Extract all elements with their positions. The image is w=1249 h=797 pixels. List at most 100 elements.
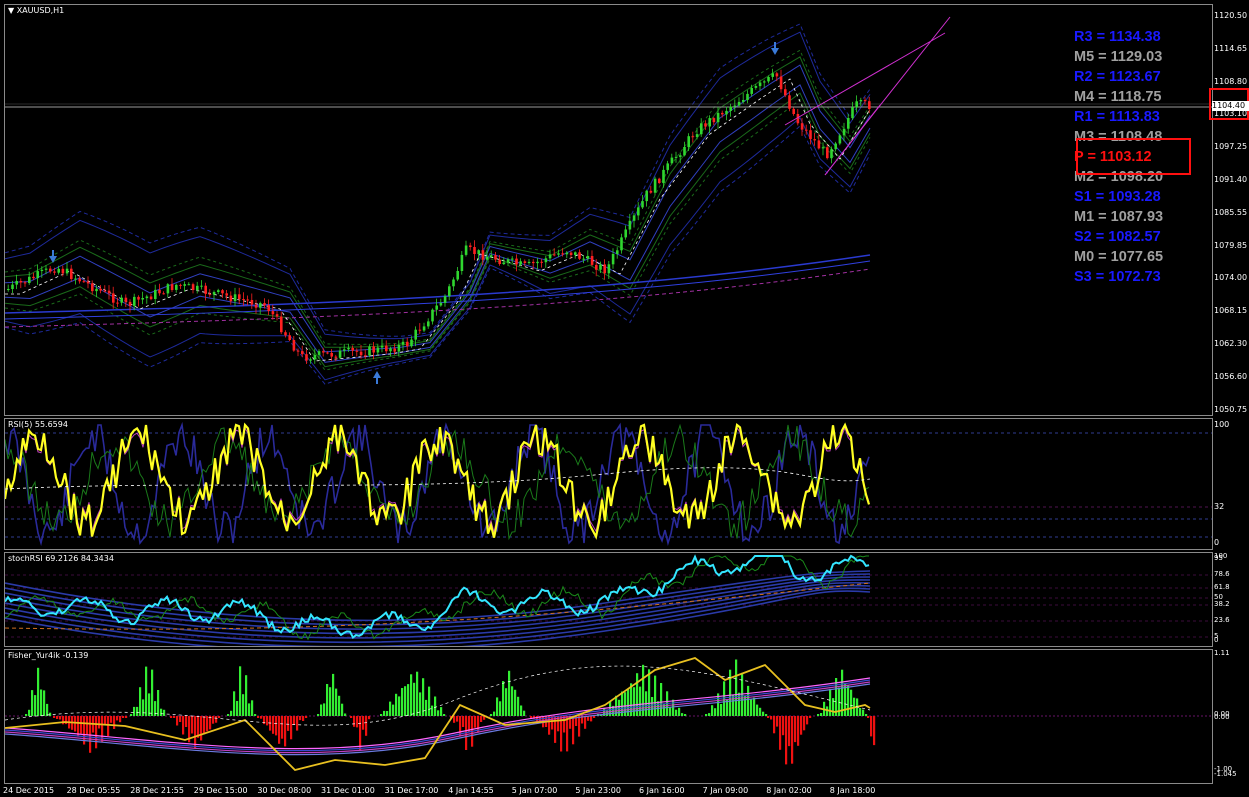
- candle-body: [200, 285, 203, 287]
- candle-body: [204, 285, 207, 294]
- fisher-histogram-bar: [493, 711, 496, 716]
- fisher-histogram-bar: [735, 659, 738, 716]
- fisher-histogram-bar: [191, 716, 194, 734]
- candle-body: [515, 258, 518, 265]
- fisher-histogram-bar: [113, 716, 116, 729]
- price-axis[interactable]: 1120.50 1114.65 1108.80 1103.10 1097.25 1091.…: [1212, 4, 1249, 416]
- candle-body: [733, 105, 737, 107]
- candle-body: [708, 118, 711, 127]
- time-tick-label: 5 Jan 23:00: [575, 786, 621, 795]
- candle-body: [586, 256, 590, 259]
- candle-body: [217, 290, 220, 292]
- fisher-histogram-bar: [859, 708, 862, 716]
- fisher-histogram-bar: [416, 671, 419, 716]
- stochrsi-pane[interactable]: stochRSI 69.2126 84.3434: [4, 552, 1213, 647]
- fisher-histogram-bar: [548, 716, 551, 735]
- fisher-pane[interactable]: Fisher_Yur4ik -0.139: [4, 649, 1213, 784]
- time-axis[interactable]: 24 Dec 2015 28 Dec 05:55 28 Dec 21:55 29 De…: [0, 784, 1249, 797]
- candle-body: [666, 163, 669, 170]
- fisher-histogram-bar: [520, 705, 523, 716]
- candle-body: [452, 279, 455, 287]
- fisher-histogram-bar: [302, 716, 305, 721]
- fisher-histogram-bar: [74, 716, 77, 732]
- candle-body: [842, 128, 846, 136]
- fisher-histogram-bar: [744, 695, 747, 716]
- candle-body: [145, 296, 149, 299]
- pivot-highlight-box: [1076, 138, 1191, 175]
- fisher-histogram-bar: [681, 713, 684, 716]
- fisher-histogram-bar: [338, 695, 341, 716]
- time-tick-label: 30 Dec 08:00: [257, 786, 312, 795]
- fisher-histogram-bar: [40, 689, 43, 716]
- fisher-histogram-bar: [341, 703, 344, 716]
- price-tick-label: 1120.50: [1214, 11, 1248, 20]
- fisher-histogram-bar: [392, 704, 395, 716]
- fisher-histogram-bar: [34, 695, 37, 716]
- stochrsi-tick-label: 61.8: [1214, 583, 1230, 591]
- fisher-histogram-bar: [514, 689, 517, 716]
- candle-body: [506, 259, 510, 263]
- candle-body: [137, 296, 140, 300]
- fisher-histogram-bar: [765, 714, 768, 716]
- price-tick-label: 1108.80: [1214, 76, 1248, 86]
- candle-body: [620, 237, 623, 251]
- candle-body: [380, 345, 384, 348]
- fractal-arrow-icon: [373, 371, 381, 384]
- fisher-histogram-bar: [407, 684, 410, 716]
- fisher-histogram-bar: [326, 684, 329, 716]
- candle-body: [582, 258, 585, 260]
- fisher-histogram-bar: [160, 708, 163, 716]
- candle-body: [632, 215, 636, 221]
- fisher-histogram-bar: [284, 716, 287, 747]
- fisher-histogram-bar: [732, 694, 735, 716]
- fisher-histogram-bar: [218, 716, 221, 718]
- fisher-histogram-bar: [791, 716, 794, 764]
- candle-body: [473, 247, 476, 254]
- candle-body: [284, 332, 287, 336]
- arrow-shape: [49, 256, 57, 263]
- fisher-histogram-bar: [820, 713, 823, 716]
- price-chart-pane[interactable]: ▼ XAUUSD,H1: [4, 4, 1213, 416]
- fisher-histogram-bar: [675, 709, 678, 716]
- fisher-histogram-bar: [332, 673, 335, 716]
- fisher-histogram-bar: [401, 688, 404, 716]
- candle-body: [385, 345, 388, 352]
- candle-body: [95, 288, 98, 292]
- candle-body: [611, 254, 615, 265]
- price-chart-canvas[interactable]: [5, 5, 1212, 415]
- rsi-canvas[interactable]: [5, 419, 1212, 549]
- fisher-histogram-bar: [723, 681, 726, 716]
- time-tick-label: 29 Dec 15:00: [193, 786, 248, 795]
- stochrsi-canvas[interactable]: [5, 553, 1212, 646]
- rsi-tick-label: 32: [1214, 502, 1225, 511]
- candle-body: [771, 73, 774, 77]
- fisher-histogram-bar: [413, 682, 416, 716]
- fisher-histogram-bar: [762, 711, 765, 716]
- fisher-histogram-bar: [275, 716, 278, 736]
- candle-body: [11, 284, 14, 289]
- fisher-histogram-bar: [398, 696, 401, 716]
- candle-body: [238, 294, 241, 299]
- fisher-canvas[interactable]: [5, 650, 1212, 783]
- price-tick-label: 1050.75: [1214, 404, 1248, 414]
- rsi-pane[interactable]: RSI(5) 55.6594: [4, 418, 1213, 550]
- candle-body: [574, 252, 577, 255]
- candle-body: [758, 82, 762, 87]
- candle-body: [82, 281, 86, 283]
- fisher-axis: 1.11 0.00 0.00 -1.00 -1.045: [1212, 649, 1249, 784]
- fisher-histogram-bar: [133, 706, 136, 716]
- candle-body: [406, 341, 409, 347]
- candle-body: [49, 268, 52, 272]
- pivot-level-label: M5 = 1129.03: [1074, 49, 1163, 65]
- fisher-histogram-bar: [502, 681, 505, 716]
- candle-body: [704, 123, 707, 127]
- candle-body: [868, 101, 871, 109]
- fisher-histogram-bar: [672, 699, 675, 716]
- fisher-histogram-bar: [203, 716, 206, 735]
- fisher-histogram-bar: [353, 716, 356, 727]
- fisher-histogram-bar: [151, 669, 154, 716]
- fisher-histogram-bar: [835, 678, 838, 716]
- fisher-histogram-bar: [320, 704, 323, 716]
- fisher-histogram-bar: [278, 716, 281, 744]
- fisher-histogram-bar: [456, 716, 459, 722]
